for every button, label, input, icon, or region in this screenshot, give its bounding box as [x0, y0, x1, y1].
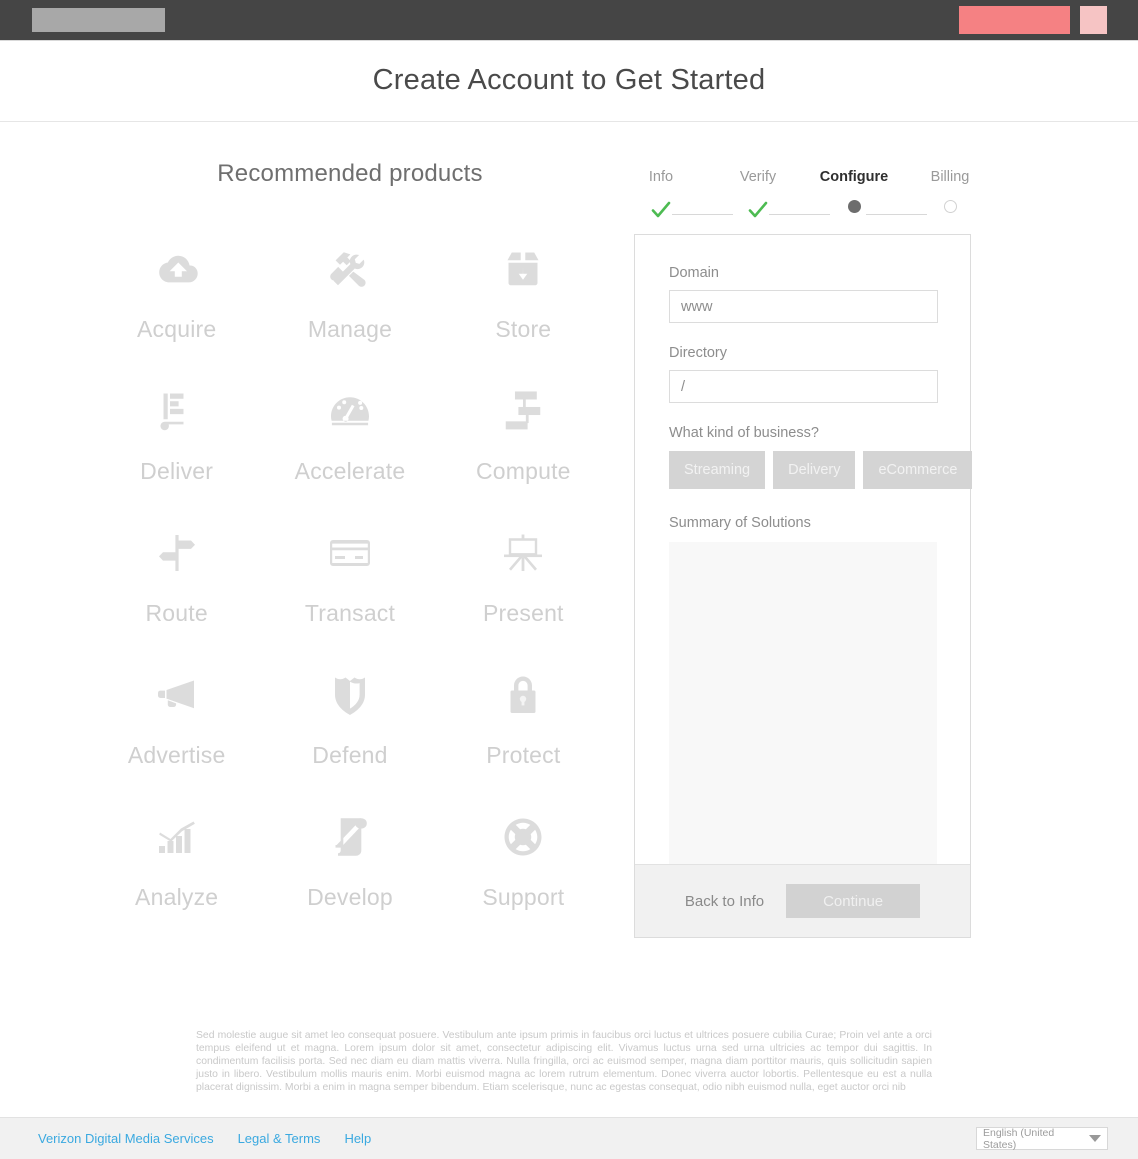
filled-dot-icon [844, 200, 864, 220]
product-label: Defend [312, 742, 388, 768]
footer-link-help[interactable]: Help [344, 1131, 371, 1146]
domain-field-group: Domain [669, 265, 938, 323]
header-brand-block-small[interactable] [1080, 6, 1107, 34]
product-label: Compute [475, 458, 571, 484]
product-label: Advertise [127, 742, 226, 768]
bar-chart-icon [154, 814, 200, 860]
signpost-icon [154, 530, 200, 576]
directory-field-group: Directory [669, 345, 938, 403]
sitemap-icon [506, 391, 541, 430]
step-label: Info [648, 169, 674, 185]
wizard-step-verify[interactable]: Verify [718, 168, 798, 220]
product-item-acquire[interactable]: Acquire [90, 246, 263, 343]
recommended-products-panel: Recommended products Acquire Manage Stor… [90, 160, 610, 911]
easel-icon [500, 530, 546, 576]
footer-link-verizon-digital-media-services[interactable]: Verizon Digital Media Services [38, 1131, 214, 1146]
business-type-label: What kind of business? [669, 425, 819, 441]
product-label: Manage [307, 316, 393, 342]
business-option-delivery[interactable]: Delivery [773, 451, 856, 489]
signup-wizard: Info Verify Configure Billing Domain www… [634, 168, 973, 938]
cloud-upload-icon [154, 246, 200, 292]
footer-links: Verizon Digital Media Services Legal & T… [38, 1131, 371, 1146]
product-item-protect[interactable]: Protect [437, 672, 610, 769]
credit-card-icon [327, 530, 373, 576]
step-label: Verify [739, 169, 777, 185]
logo-placeholder[interactable] [32, 8, 165, 32]
product-item-compute[interactable]: Compute [437, 388, 610, 485]
product-label: Acquire [136, 316, 217, 342]
check-icon [748, 200, 768, 220]
footer-link-legal-and-terms[interactable]: Legal & Terms [238, 1131, 321, 1146]
configure-card: Domain Directory What kind of business? … [634, 234, 973, 938]
language-selector[interactable]: English (United States) [976, 1126, 1108, 1151]
back-to-info-button[interactable]: Back to Info [685, 893, 764, 910]
directory-input[interactable] [669, 370, 938, 403]
recommended-products-heading: Recommended products [217, 160, 483, 187]
product-item-manage[interactable]: Manage [263, 246, 436, 343]
step-label: Configure [819, 169, 889, 185]
header-brand-block-large[interactable] [959, 6, 1070, 34]
product-item-transact[interactable]: Transact [263, 530, 436, 627]
page-title: Create Account to Get Started [372, 64, 766, 96]
product-label: Accelerate [294, 458, 406, 484]
lock-icon [500, 672, 546, 718]
hand-truck-icon [154, 388, 200, 434]
product-label: Develop [307, 884, 393, 910]
empty-dot-icon [940, 200, 960, 220]
business-option-streaming[interactable]: Streaming [669, 451, 766, 489]
domain-label: Domain [669, 265, 719, 281]
chevron-down-icon [1089, 1135, 1101, 1142]
product-label: Deliver [140, 458, 214, 484]
product-label: Store [495, 316, 552, 342]
product-label: Analyze [135, 884, 219, 910]
disclaimer-text: Sed molestie augue sit amet leo consequa… [196, 1030, 932, 1093]
product-label: Support [482, 884, 565, 910]
product-item-advertise[interactable]: Advertise [90, 672, 263, 769]
product-label: Route [145, 600, 208, 626]
product-label: Present [482, 600, 564, 626]
wizard-step-configure[interactable]: Configure [814, 168, 894, 220]
page-footer: Verizon Digital Media Services Legal & T… [0, 1117, 1138, 1159]
page-root: Create Account to Get Started Recommende… [0, 0, 1138, 1159]
step-label: Billing [930, 169, 970, 185]
speedometer-icon [327, 388, 373, 434]
product-item-route[interactable]: Route [90, 530, 263, 627]
product-item-analyze[interactable]: Analyze [90, 814, 263, 911]
box-download-icon [500, 246, 546, 292]
card-footer: Back to Info Continue [635, 864, 970, 937]
product-item-present[interactable]: Present [437, 530, 610, 627]
directory-label: Directory [669, 345, 728, 361]
business-type-options: Streaming Delivery eCommerce [669, 451, 973, 489]
product-item-store[interactable]: Store [437, 246, 610, 343]
tools-icon [327, 246, 373, 292]
summary-of-solutions-panel [669, 542, 937, 866]
scroll-icon [327, 814, 373, 860]
life-ring-icon [500, 814, 546, 860]
product-item-deliver[interactable]: Deliver [90, 388, 263, 485]
continue-button[interactable]: Continue [786, 884, 921, 918]
shield-icon [327, 672, 373, 718]
product-item-support[interactable]: Support [437, 814, 610, 911]
wizard-step-indicator: Info Verify Configure Billing [634, 168, 971, 228]
configure-form: Domain Directory What kind of business? … [635, 235, 973, 866]
product-item-accelerate[interactable]: Accelerate [263, 388, 436, 485]
wizard-step-billing[interactable]: Billing [910, 168, 990, 220]
wizard-step-info[interactable]: Info [621, 168, 701, 220]
megaphone-icon [154, 672, 200, 718]
product-label: Transact [304, 600, 396, 626]
top-navigation-bar [0, 0, 1138, 41]
product-grid: Acquire Manage Store Deliver Accelerate … [90, 246, 610, 911]
product-item-defend[interactable]: Defend [263, 672, 436, 769]
check-icon [651, 200, 671, 220]
product-item-develop[interactable]: Develop [263, 814, 436, 911]
summary-of-solutions-label: Summary of Solutions [669, 515, 811, 531]
business-option-ecommerce[interactable]: eCommerce [863, 451, 973, 489]
language-selector-value: English (United States) [983, 1126, 1055, 1151]
product-label: Protect [486, 742, 561, 768]
domain-input[interactable] [669, 290, 938, 323]
